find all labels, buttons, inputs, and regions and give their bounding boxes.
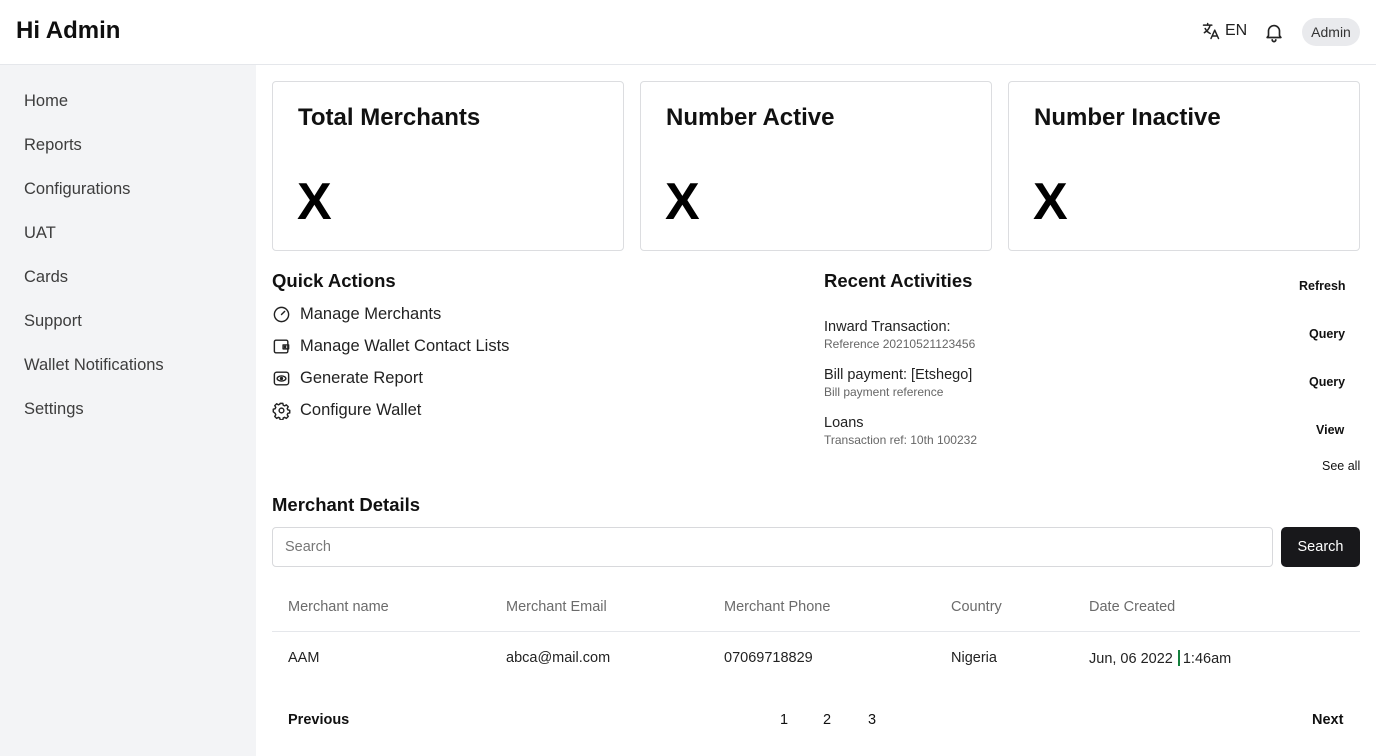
cell-time: 1:46am [1182,651,1232,667]
pagination-page-2[interactable]: 2 [823,712,831,728]
sidebar-item-settings[interactable]: Settings [24,400,84,419]
sidebar-item-cards[interactable]: Cards [24,268,68,287]
stat-card-value: X [1033,173,1068,231]
cell-merchant-email: abca@mail.com [506,650,611,666]
activity-title: Loans [824,415,864,431]
activity-subtitle: Bill payment reference [824,385,944,399]
sidebar-item-uat[interactable]: UAT [24,224,56,243]
pagination-page-3[interactable]: 3 [868,712,876,728]
wallet-icon [273,339,290,354]
search-button[interactable]: Search [1281,527,1360,567]
sidebar-item-support[interactable]: Support [24,312,82,331]
cell-date: Jun, 06 2022 [1089,651,1173,667]
pagination-next[interactable]: Next [1312,712,1343,728]
quick-action-manage-merchants[interactable]: Manage Merchants [272,305,441,324]
merchant-search-input[interactable] [272,527,1273,567]
activity-query-button[interactable]: Query [1309,375,1345,389]
bell-icon[interactable] [1263,20,1285,44]
sidebar: Home Reports Configurations UAT Cards Su… [0,65,256,756]
refresh-button[interactable]: Refresh [1299,279,1346,293]
stat-card-title: Number Active [666,104,835,131]
cell-date-created: Jun, 06 2022 1:46am [1089,650,1231,667]
sidebar-item-configurations[interactable]: Configurations [24,180,130,199]
quick-action-generate-report[interactable]: Generate Report [272,369,423,388]
column-header-merchant-name: Merchant name [288,599,389,615]
sidebar-item-wallet-notifications[interactable]: Wallet Notifications [24,356,164,375]
column-header-merchant-phone: Merchant Phone [724,599,831,615]
quick-action-label: Manage Merchants [300,305,442,323]
language-label: EN [1225,22,1248,39]
quick-action-label: Manage Wallet Contact Lists [300,337,510,355]
sidebar-item-reports[interactable]: Reports [24,136,82,155]
column-header-date-created: Date Created [1089,599,1176,615]
pagination-page-1[interactable]: 1 [780,712,788,728]
activity-title: Inward Transaction: [824,319,951,335]
gauge-icon [273,306,290,323]
stat-card-value: X [297,173,332,231]
recent-activities-title: Recent Activities [824,270,973,291]
stat-card-value: X [665,173,700,231]
quick-action-configure-wallet[interactable]: Configure Wallet [272,401,421,420]
quick-action-label: Generate Report [300,369,423,387]
stat-card-title: Number Inactive [1034,104,1221,131]
stat-card-number-inactive: Number Inactive X [1008,81,1360,251]
stat-card-number-active: Number Active X [640,81,992,251]
stat-card-total-merchants: Total Merchants X [272,81,624,251]
date-separator [1177,650,1180,666]
activity-view-button[interactable]: View [1316,423,1344,437]
activity-subtitle: Transaction ref: 10th 100232 [824,433,977,447]
user-menu-button[interactable]: Admin [1302,18,1360,46]
activity-query-button[interactable]: Query [1309,327,1345,341]
translate-icon [1202,22,1220,40]
merchant-details-title: Merchant Details [272,494,421,515]
report-icon [273,371,290,386]
see-all-link[interactable]: See all [1322,459,1360,473]
pagination-previous[interactable]: Previous [288,712,349,728]
page-greeting: Hi Admin [16,17,121,44]
activity-title: Bill payment: [Etshego] [824,367,973,383]
quick-actions-title: Quick Actions [272,270,396,291]
stat-card-title: Total Merchants [298,104,481,131]
column-header-country: Country [951,599,1002,615]
cell-country: Nigeria [951,650,997,666]
table-divider [272,631,1360,632]
quick-action-label: Configure Wallet [300,401,422,419]
quick-action-manage-wallet-contact-lists[interactable]: Manage Wallet Contact Lists [272,337,509,356]
cell-merchant-phone: 07069718829 [724,650,813,666]
language-selector[interactable]: EN [1201,21,1247,41]
activity-subtitle: Reference 20210521123456 [824,337,976,351]
column-header-merchant-email: Merchant Email [506,599,607,615]
top-header: Hi Admin EN Admin [0,0,1376,65]
cell-merchant-name: AAM [288,650,320,666]
gear-icon [272,402,291,420]
sidebar-item-home[interactable]: Home [24,92,68,111]
